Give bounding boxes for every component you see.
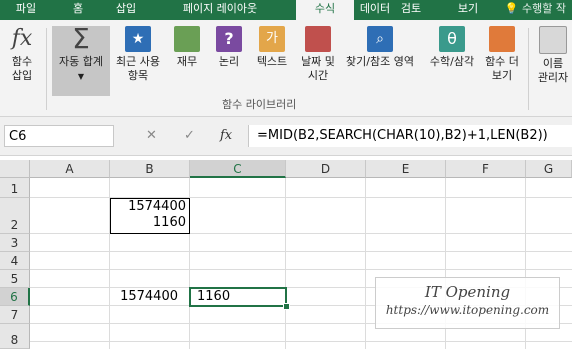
lightbulb-icon: 💡 bbox=[504, 2, 523, 15]
question-book-icon: ? bbox=[216, 26, 242, 52]
column-header-f[interactable]: F bbox=[446, 160, 526, 178]
enter-icon[interactable]: ✓ bbox=[184, 125, 195, 147]
row-header-1[interactable]: 1 bbox=[0, 178, 30, 198]
tab-file[interactable]: 파일 bbox=[0, 0, 52, 20]
theta-book-icon: θ bbox=[439, 26, 465, 52]
name-manager-button[interactable]: 이름 관리자 bbox=[534, 26, 572, 85]
row-header-5[interactable]: 5 bbox=[0, 270, 30, 288]
text-button[interactable]: 가 텍스트 bbox=[252, 26, 292, 69]
column-header-g[interactable]: G bbox=[526, 160, 572, 178]
ribbon: fx 함수 삽입 Σ 자동 합계 ▼ ★ 최근 사용 항목 재무 ? 논리 가 … bbox=[0, 20, 572, 117]
logical-button[interactable]: ? 논리 bbox=[214, 26, 244, 69]
lookup-reference-button[interactable]: ⌕ 찾기/참조 영역 bbox=[338, 26, 422, 69]
watermark: IT Opening https://www.itopening.com bbox=[375, 277, 560, 329]
star-book-icon: ★ bbox=[125, 26, 151, 52]
gridline bbox=[30, 251, 572, 252]
tab-review[interactable]: 검토 bbox=[376, 0, 446, 20]
more-book-icon bbox=[489, 26, 515, 52]
select-all-corner[interactable] bbox=[0, 160, 30, 178]
tab-home[interactable]: 홈 bbox=[56, 0, 100, 20]
tab-insert[interactable]: 삽입 bbox=[104, 0, 148, 20]
column-header-a[interactable]: A bbox=[30, 160, 110, 178]
row-header-8[interactable]: 8 bbox=[0, 324, 30, 349]
insert-function-button[interactable]: fx 함수 삽입 bbox=[4, 26, 40, 83]
tab-view[interactable]: 보기 bbox=[440, 0, 496, 20]
cancel-icon[interactable]: ✕ bbox=[146, 125, 157, 147]
gridline bbox=[285, 178, 286, 349]
separator bbox=[528, 28, 529, 110]
formula-input[interactable]: =MID(B2,SEARCH(CHAR(10),B2)+1,LEN(B2)) bbox=[248, 125, 572, 147]
financial-button[interactable]: 재무 bbox=[172, 26, 202, 69]
chevron-down-icon: ▼ bbox=[77, 72, 85, 81]
cell-b2[interactable]: 1574400 1160 bbox=[110, 198, 190, 234]
ribbon-tabs: 파일 홈 삽입 페이지 레이아웃 수식 데이터 검토 보기 💡 수행할 작 bbox=[0, 0, 572, 20]
fx-icon: fx bbox=[11, 26, 33, 51]
row-header-6[interactable]: 6 bbox=[0, 288, 30, 306]
coins-book-icon bbox=[174, 26, 200, 52]
datetime-button[interactable]: 날짜 및 시간 bbox=[296, 26, 340, 83]
separator bbox=[46, 28, 47, 110]
column-header-b[interactable]: B bbox=[110, 160, 190, 178]
watermark-title: IT Opening bbox=[424, 283, 511, 301]
row-header-4[interactable]: 4 bbox=[0, 252, 30, 270]
more-functions-button[interactable]: 함수 더 보기 bbox=[480, 26, 524, 83]
fill-handle[interactable] bbox=[283, 303, 290, 310]
gridline bbox=[30, 341, 572, 342]
tell-me-box[interactable]: 💡 수행할 작 bbox=[505, 0, 566, 20]
cell-c6-active[interactable]: 1160 bbox=[189, 287, 287, 307]
formula-bar: C6 ✕ ✓ fx =MID(B2,SEARCH(CHAR(10),B2)+1,… bbox=[0, 117, 572, 156]
watermark-url: https://www.itopening.com bbox=[385, 303, 550, 317]
column-header-c[interactable]: C bbox=[190, 160, 286, 178]
column-header-d[interactable]: D bbox=[286, 160, 366, 178]
gridline bbox=[365, 178, 366, 349]
name-box[interactable]: C6 bbox=[4, 125, 114, 147]
row-header-7[interactable]: 7 bbox=[0, 306, 30, 324]
calendar-book-icon bbox=[305, 26, 331, 52]
sigma-icon: Σ bbox=[72, 22, 90, 55]
name-manager-icon bbox=[539, 26, 567, 54]
autosum-button[interactable]: Σ 자동 합계 ▼ bbox=[52, 22, 110, 96]
group-label: 함수 라이브러리 bbox=[222, 98, 297, 111]
recent-functions-button[interactable]: ★ 최근 사용 항목 bbox=[112, 26, 164, 83]
cell-b6[interactable]: 1574400 bbox=[110, 288, 190, 306]
magnifier-book-icon: ⌕ bbox=[367, 26, 393, 52]
column-header-e[interactable]: E bbox=[366, 160, 446, 178]
row-header-3[interactable]: 3 bbox=[0, 234, 30, 252]
insert-function-icon[interactable]: fx bbox=[220, 125, 232, 147]
text-book-icon: 가 bbox=[259, 26, 285, 52]
math-trig-button[interactable]: θ 수학/삼각 bbox=[424, 26, 480, 69]
row-header-2[interactable]: 2 bbox=[0, 198, 30, 234]
tab-page-layout[interactable]: 페이지 레이아웃 bbox=[150, 0, 290, 20]
gridline bbox=[30, 269, 572, 270]
